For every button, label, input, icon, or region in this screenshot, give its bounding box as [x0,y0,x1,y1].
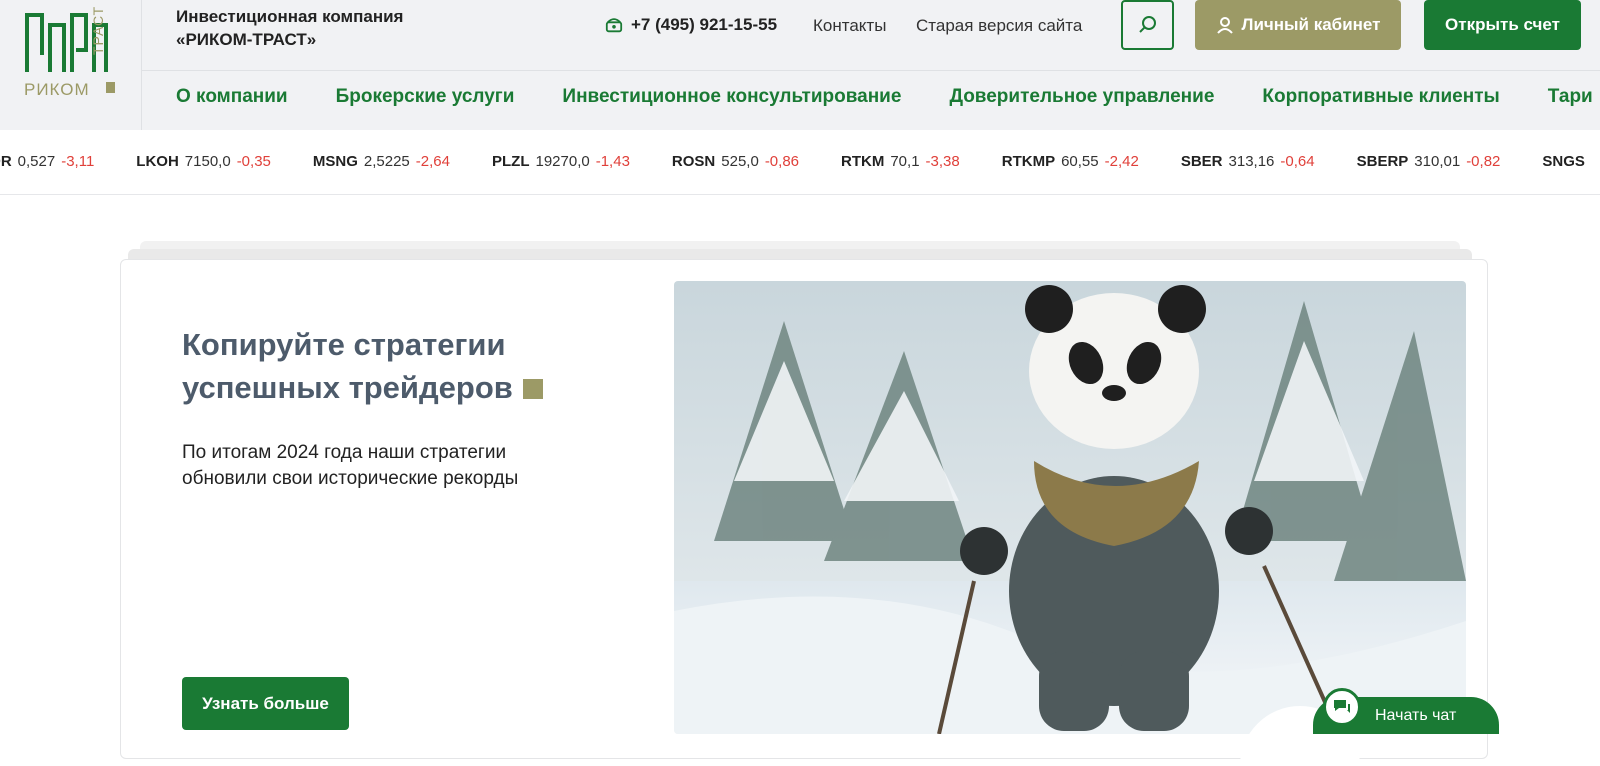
ticker-item[interactable]: RTKMP 60,55 -2,42 [1002,153,1139,170]
ticker-symbol: DR [0,153,12,170]
ticker-symbol: ROSN [671,153,716,170]
hero-text-line1: По итогам 2024 года наши стратегии [182,442,507,463]
ticker-symbol: SBERP [1356,153,1409,170]
company-line1: Инвестиционная компания [176,7,404,26]
divider [142,70,1600,71]
ticker-change: -0,35 [236,153,271,170]
logo[interactable]: РИКОМ ТРАСТ [0,0,142,130]
ticker-item[interactable]: LKOH 7150,0 -0,35 [136,153,271,170]
ticker-item[interactable]: SBERP 310,01 -0,82 [1357,153,1501,170]
main-nav: О компании Брокерские услуги Инвестицион… [176,86,1593,108]
old-site-link[interactable]: Старая версия сайта [916,16,1082,36]
phone-link[interactable]: +7 (495) 921-15-55 [605,15,777,35]
hero-text: По итогам 2024 года наши стратегии обнов… [182,440,582,492]
ticker-symbol: SBER [1180,153,1223,170]
ticker-change: -3,11 [61,153,95,170]
ticker-change: -0,64 [1280,153,1315,170]
header: РИКОМ ТРАСТ Инвестиционная компания «РИК… [0,0,1600,130]
user-icon [1216,17,1233,34]
ticker-symbol: LKOH [136,153,179,170]
ticker-change: -1,43 [595,153,630,170]
accent-square [522,379,543,399]
nav-item-trust-management[interactable]: Доверительное управление [949,86,1214,108]
ticker-price: 0,527 [17,153,56,170]
learn-more-button[interactable]: Узнать больше [182,677,349,730]
ticker-item[interactable]: SNGS [1542,153,1597,170]
ticker-track: DR 0,527 -3,11 LKOH 7150,0 -0,35 MSNG 2,5225 -2,… [0,153,1597,170]
nav-item-tariffs[interactable]: Тари [1548,86,1593,108]
stock-ticker: DR 0,527 -3,11 LKOH 7150,0 -0,35 MSNG 2,5225 -2,… [0,130,1600,195]
ticker-change: -0,82 [1466,153,1501,170]
ticker-price: 19270,0 [535,153,590,170]
company-name: Инвестиционная компания «РИКОМ-ТРАСТ» [176,5,436,51]
hero-title: Копируйте стратегии успешных трейдеров [182,323,602,409]
ticker-price: 60,55 [1061,153,1099,170]
ticker-item[interactable]: SBER 313,16 -0,64 [1181,153,1315,170]
ticker-price: 313,16 [1228,153,1275,170]
ticker-item[interactable]: PLZL 19270,0 -1,43 [492,153,630,170]
ticker-change: -2,42 [1104,153,1139,170]
chat-label: Начать чат [1375,706,1457,724]
contacts-link[interactable]: Контакты [813,16,886,36]
ticker-price: 7150,0 [184,153,231,170]
hero-text-line2: обновили свои исторические рекорды [182,468,519,489]
ticker-symbol: RTKMP [1001,153,1056,170]
hero-title-line1: Копируйте стратегии [182,327,506,362]
ticker-price: 525,0 [721,153,759,170]
search-button[interactable] [1121,0,1174,50]
hero-image-panda-skiing [674,281,1466,734]
ticker-symbol: RTKM [841,153,885,170]
ticker-symbol: PLZL [491,153,530,170]
logo-text-bottom: РИКОМ [24,80,90,99]
ticker-change: -3,38 [925,153,960,170]
company-line2: «РИКОМ-ТРАСТ» [176,30,317,49]
ticker-item[interactable]: MSNG 2,5225 -2,64 [313,153,450,170]
nav-item-brokerage[interactable]: Брокерские услуги [336,86,515,108]
ticker-item[interactable]: DR 0,527 -3,11 [0,153,94,170]
ticker-price: 70,1 [890,153,920,170]
ticker-price: 310,01 [1414,153,1461,170]
phone-icon [605,18,623,33]
ticker-symbol: SNGS [1542,153,1585,170]
search-icon [1138,16,1156,33]
cabinet-label: Личный кабинет [1241,15,1381,34]
ticker-item[interactable]: RTKM 70,1 -3,38 [841,153,960,170]
chat-icon[interactable] [1323,688,1361,726]
nav-item-corporate[interactable]: Корпоративные клиенты [1262,86,1499,108]
ticker-symbol: MSNG [312,153,358,170]
phone-number: +7 (495) 921-15-55 [631,15,778,34]
open-account-button[interactable]: Открыть счет [1424,0,1581,50]
ticker-price: 2,5225 [363,153,410,170]
ticker-change: -0,86 [764,153,800,170]
nav-item-about[interactable]: О компании [176,86,288,108]
cabinet-button[interactable]: Личный кабинет [1195,0,1401,50]
nav-item-consulting[interactable]: Инвестиционное консультирование [562,86,901,108]
ticker-item[interactable]: ROSN 525,0 -0,86 [672,153,799,170]
ticker-change: -2,64 [415,153,450,170]
hero-title-line2: успешных трейдеров [182,370,513,405]
logo-text-side: ТРАСТ [90,5,106,55]
